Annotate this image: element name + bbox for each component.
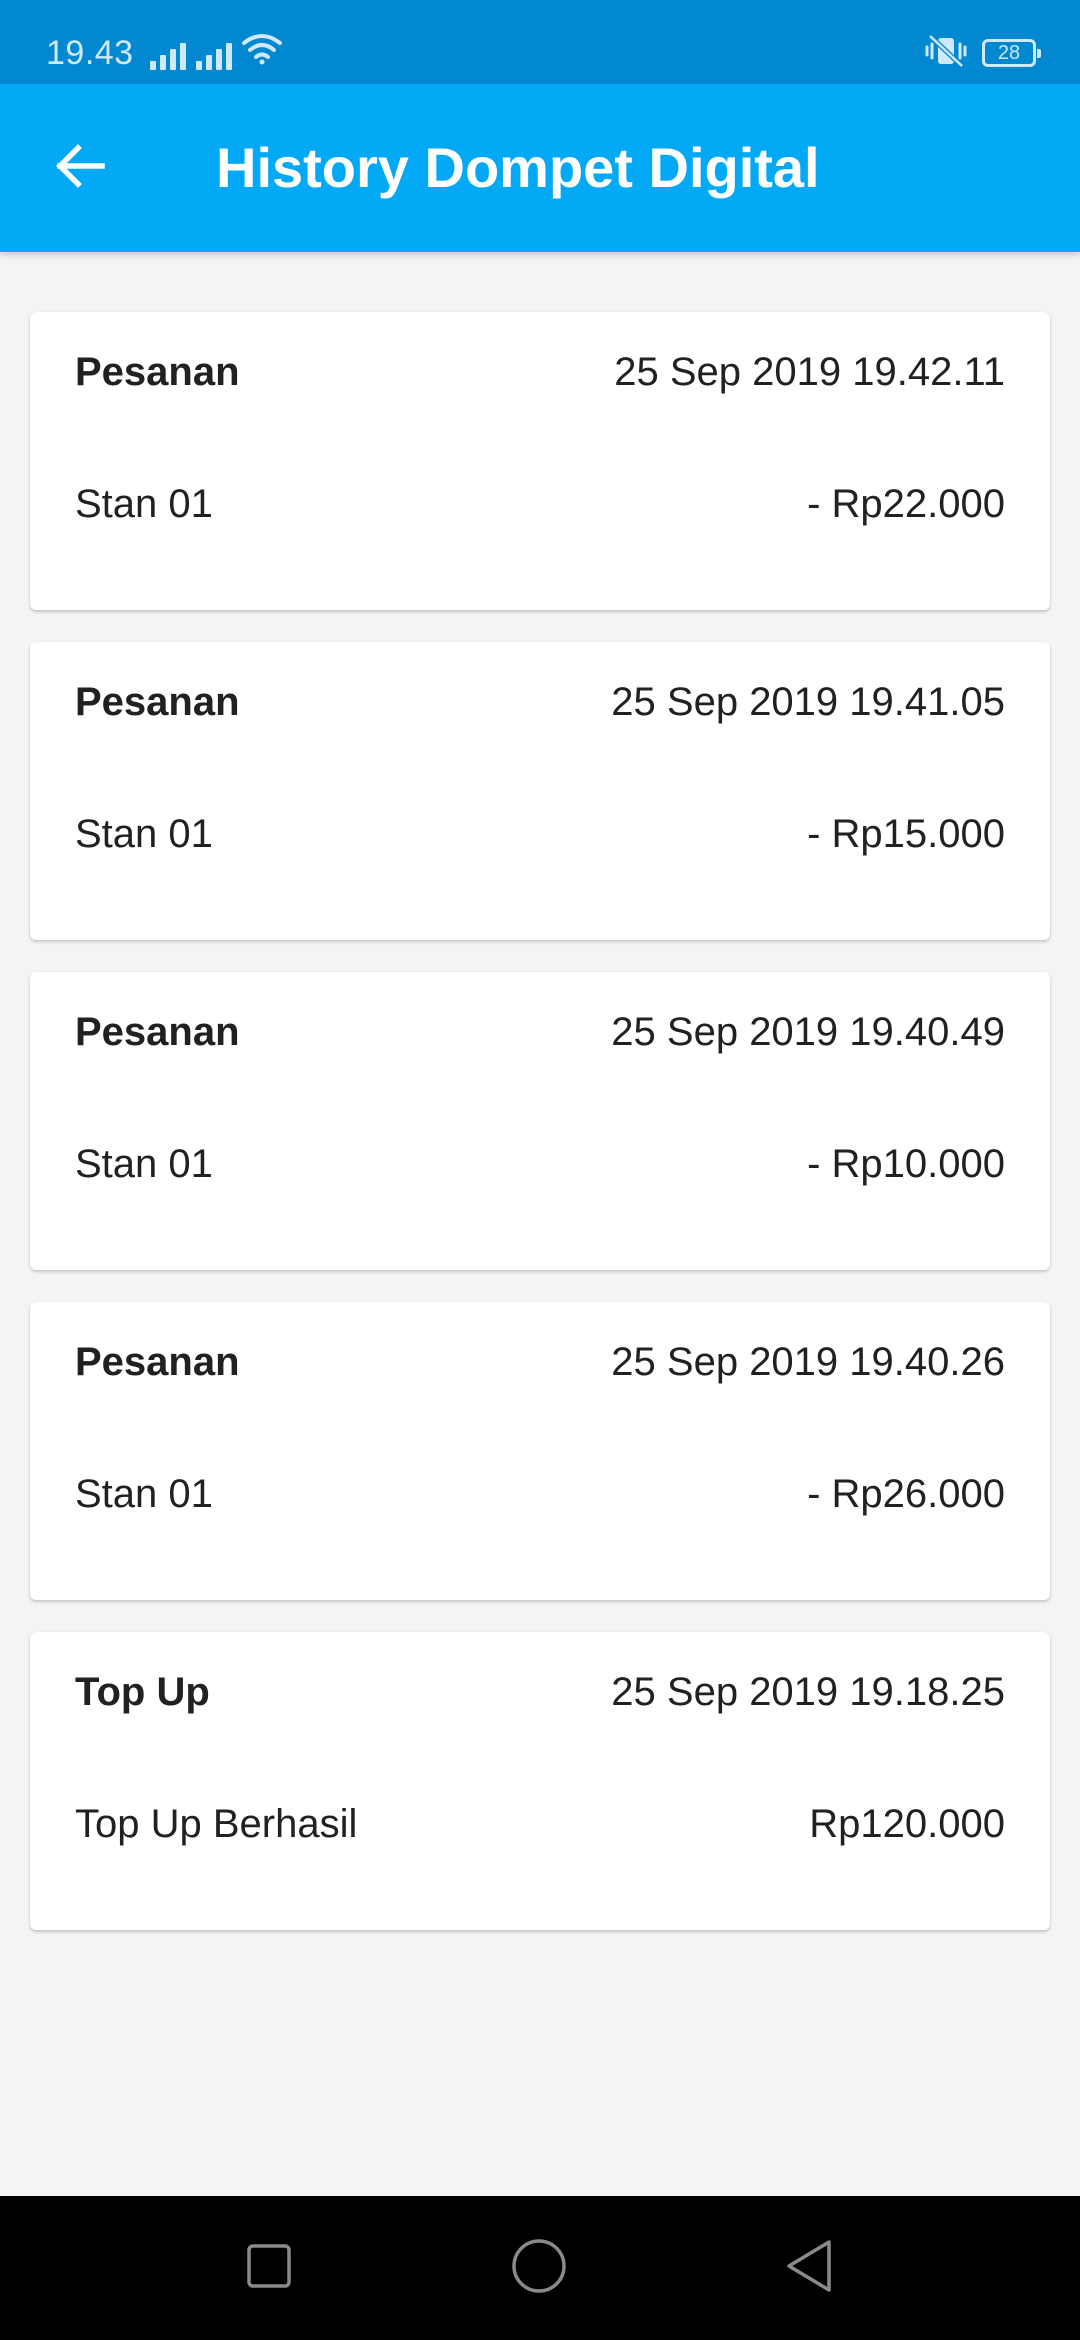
- recents-button[interactable]: [237, 2236, 301, 2300]
- transaction-amount: - Rp10.000: [807, 1142, 1005, 1186]
- transaction-datetime: 25 Sep 2019 19.42.11: [614, 350, 1005, 394]
- back-button[interactable]: [40, 128, 120, 208]
- transaction-amount: - Rp26.000: [807, 1472, 1005, 1516]
- triangle-icon: [783, 2238, 835, 2299]
- app-bar: History Dompet Digital: [0, 84, 1080, 252]
- nav-back-button[interactable]: [777, 2236, 841, 2300]
- square-icon: [245, 2242, 293, 2295]
- transaction-description: Stan 01: [75, 482, 213, 526]
- transaction-list: Pesanan 25 Sep 2019 19.42.11 Stan 01 - R…: [30, 312, 1050, 1962]
- circle-icon: [510, 2237, 568, 2300]
- transaction-type: Pesanan: [75, 350, 240, 394]
- transaction-amount: - Rp15.000: [807, 812, 1005, 856]
- signal-icon: [150, 40, 186, 70]
- transaction-description: Stan 01: [75, 812, 213, 856]
- transaction-datetime: 25 Sep 2019 19.18.25: [611, 1670, 1005, 1714]
- battery-icon: 28: [982, 39, 1041, 67]
- transaction-description: Top Up Berhasil: [75, 1802, 358, 1846]
- transaction-card[interactable]: Pesanan 25 Sep 2019 19.40.26 Stan 01 - R…: [30, 1302, 1050, 1600]
- status-icons-right: 28: [924, 33, 1041, 73]
- transaction-amount: Rp120.000: [809, 1802, 1005, 1846]
- transaction-card[interactable]: Pesanan 25 Sep 2019 19.40.49 Stan 01 - R…: [30, 972, 1050, 1270]
- transaction-type: Pesanan: [75, 680, 240, 724]
- status-icons-left: [150, 33, 282, 70]
- transaction-description: Stan 01: [75, 1142, 213, 1186]
- transaction-card[interactable]: Pesanan 25 Sep 2019 19.41.05 Stan 01 - R…: [30, 642, 1050, 940]
- transaction-type: Top Up: [75, 1670, 210, 1714]
- transaction-type: Pesanan: [75, 1340, 240, 1384]
- transaction-amount: - Rp22.000: [807, 482, 1005, 526]
- navigation-bar: [0, 2196, 1080, 2340]
- transaction-description: Stan 01: [75, 1472, 213, 1516]
- status-time: 19.43: [46, 34, 134, 72]
- wifi-icon: [242, 33, 282, 70]
- transaction-datetime: 25 Sep 2019 19.40.26: [611, 1340, 1005, 1384]
- home-button[interactable]: [507, 2236, 571, 2300]
- page-title: History Dompet Digital: [216, 136, 820, 199]
- vibrate-icon: [924, 33, 968, 73]
- transaction-datetime: 25 Sep 2019 19.40.49: [611, 1010, 1005, 1054]
- transaction-type: Pesanan: [75, 1010, 240, 1054]
- transaction-card[interactable]: Top Up 25 Sep 2019 19.18.25 Top Up Berha…: [30, 1632, 1050, 1930]
- signal-icon: [196, 40, 232, 70]
- transaction-datetime: 25 Sep 2019 19.41.05: [611, 680, 1005, 724]
- battery-level: 28: [997, 42, 1021, 64]
- transaction-card[interactable]: Pesanan 25 Sep 2019 19.42.11 Stan 01 - R…: [30, 312, 1050, 610]
- arrow-left-icon: [54, 143, 106, 193]
- status-bar: 19.43 28: [0, 0, 1080, 84]
